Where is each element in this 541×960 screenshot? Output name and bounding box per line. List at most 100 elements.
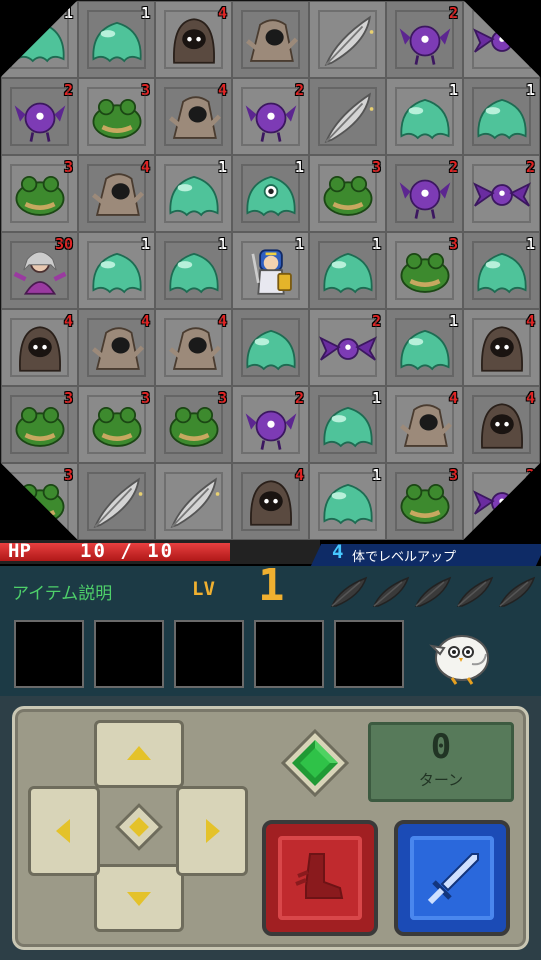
frog-icon — [393, 474, 457, 532]
board-cell[interactable]: 3 — [309, 155, 386, 232]
level-label: LV — [192, 578, 215, 600]
board-cell[interactable]: 1 — [463, 78, 540, 155]
slime-icon — [323, 406, 373, 447]
board-cell[interactable]: 3 — [78, 78, 155, 155]
board-cell[interactable]: 1 — [155, 232, 232, 309]
board-cell[interactable] — [155, 463, 232, 540]
board-cell[interactable]: 1 — [309, 386, 386, 463]
item-slot[interactable] — [14, 620, 84, 688]
board-cell[interactable]: 3 — [386, 232, 463, 309]
board-cell[interactable]: 2 — [309, 309, 386, 386]
monster-level: 30 — [54, 235, 73, 253]
frog-icon — [8, 397, 72, 455]
monster-level: 3 — [140, 81, 150, 99]
arrow-right-icon — [206, 819, 220, 843]
board-cell[interactable] — [232, 1, 309, 78]
turn-counter: 0 ターン — [368, 722, 514, 802]
frog-icon — [393, 243, 457, 301]
board-cell[interactable]: 4 — [78, 155, 155, 232]
board-cell[interactable]: 4 — [155, 1, 232, 78]
hooded-monster-icon — [85, 320, 149, 378]
board-cell[interactable]: 1 — [232, 155, 309, 232]
board-cell[interactable]: 1 — [232, 232, 309, 309]
board-cell[interactable]: 3 — [155, 386, 232, 463]
purple-orb-monster-icon — [13, 102, 67, 143]
board-cell[interactable]: 3 — [1, 386, 78, 463]
dpad-down-button[interactable] — [94, 864, 184, 932]
board-cell[interactable]: 4 — [155, 78, 232, 155]
monster-level: 1 — [217, 158, 227, 176]
attack-button[interactable] — [394, 820, 510, 936]
item-slot[interactable] — [254, 620, 324, 688]
dpad-right-button[interactable] — [176, 786, 248, 876]
dpad-left-button[interactable] — [28, 786, 100, 876]
monster-level: 3 — [63, 466, 73, 484]
board-cell[interactable]: 2 — [1, 78, 78, 155]
sword-icon — [427, 853, 479, 905]
arrow-left-icon — [56, 819, 70, 843]
slime-icon — [477, 98, 527, 139]
purple-orb-monster-icon — [398, 179, 452, 220]
board-cell[interactable] — [78, 463, 155, 540]
monster-level: 1 — [140, 235, 150, 253]
use-item-button[interactable] — [262, 820, 378, 936]
board-cell[interactable]: 4 — [463, 386, 540, 463]
board-cell[interactable]: 2 — [386, 1, 463, 78]
board-cell[interactable]: 3 — [386, 463, 463, 540]
board-cell[interactable]: 3 — [78, 386, 155, 463]
monster-level: 2 — [63, 81, 73, 99]
feather-item-icon — [94, 478, 144, 528]
board-cell[interactable]: 2 — [386, 155, 463, 232]
board-cell[interactable]: 30 — [1, 232, 78, 309]
ghost-monster-icon — [19, 326, 61, 372]
board-cell[interactable]: 3 — [1, 155, 78, 232]
item-slot[interactable] — [334, 620, 404, 688]
monster-level: 2 — [294, 389, 304, 407]
item-slot[interactable] — [94, 620, 164, 688]
board-cell[interactable]: 2 — [232, 386, 309, 463]
slime-icon — [169, 175, 219, 216]
board-cell[interactable]: 4 — [155, 309, 232, 386]
owl-icon[interactable] — [428, 624, 494, 686]
board-cell[interactable]: 4 — [463, 309, 540, 386]
board-cell[interactable]: 4 — [232, 463, 309, 540]
level-value: 1 — [258, 560, 285, 611]
board-cell[interactable]: 1 — [309, 232, 386, 309]
purple-bat-icon — [473, 183, 531, 207]
hero-player-icon — [251, 248, 293, 296]
monster-level: 4 — [63, 312, 73, 330]
monster-level: 1 — [217, 235, 227, 253]
turn-value: 0 — [430, 727, 452, 767]
monster-level: 3 — [63, 389, 73, 407]
board-cell[interactable]: 1 — [463, 232, 540, 309]
monster-level: 3 — [371, 158, 381, 176]
board-cell[interactable]: 4 — [78, 309, 155, 386]
game-board[interactable]: 2314344123334124441311113022311431124322… — [0, 0, 541, 540]
board-cell[interactable] — [309, 1, 386, 78]
frog-icon — [316, 166, 380, 224]
board-cell[interactable]: 1 — [78, 232, 155, 309]
hooded-monster-icon — [162, 89, 226, 147]
board-cell[interactable] — [232, 309, 309, 386]
board-cell[interactable]: 4 — [1, 309, 78, 386]
feather-item-icon — [325, 93, 375, 143]
monster-level: 3 — [448, 466, 458, 484]
slime-icon — [92, 21, 142, 62]
item-slot[interactable] — [174, 620, 244, 688]
board-cell[interactable]: 1 — [309, 463, 386, 540]
monster-level: 3 — [63, 158, 73, 176]
frog-icon — [162, 397, 226, 455]
frog-icon — [85, 397, 149, 455]
board-cell[interactable]: 4 — [386, 386, 463, 463]
board-cell[interactable]: 1 — [78, 1, 155, 78]
monster-level: 1 — [448, 81, 458, 99]
green-gem-icon[interactable] — [280, 728, 350, 798]
dpad-up-button[interactable] — [94, 720, 184, 788]
board-cell[interactable]: 2 — [232, 78, 309, 155]
frog-icon — [85, 89, 149, 147]
board-cell[interactable]: 1 — [386, 78, 463, 155]
board-cell[interactable] — [309, 78, 386, 155]
board-cell[interactable]: 2 — [463, 155, 540, 232]
board-cell[interactable]: 1 — [155, 155, 232, 232]
board-cell[interactable]: 1 — [386, 309, 463, 386]
